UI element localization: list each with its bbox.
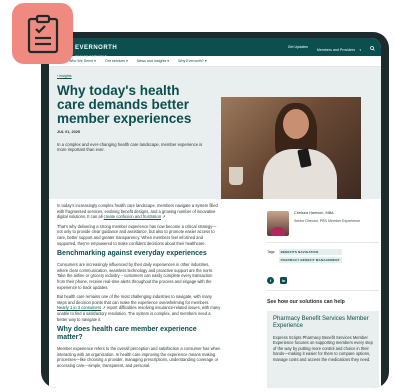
article-hero: ‹ Insights Why today's health care deman… [49, 67, 381, 199]
paragraph: Member experience refers to the overall … [57, 346, 221, 368]
external-link-icon: ↗ [102, 305, 106, 311]
section-heading: Why does health care member experience m… [57, 326, 197, 342]
chevron-down-icon: ▾ [359, 48, 361, 52]
tags-label: Tags [267, 250, 275, 254]
browser-screen: EVERNORTH HEALTH SERVICES Get Updates Me… [49, 38, 381, 388]
tag-pharmacy-benefit-management[interactable]: PHARMACY BENEFIT MANAGEMENT [278, 257, 342, 263]
solutions-heading: See how our solutions can help [267, 299, 345, 305]
breadcrumb[interactable]: ‹ Insights [57, 74, 72, 78]
paragraph: But health care remains one of the most … [57, 294, 221, 322]
tag-benefits-navigation[interactable]: BENEFITS NAVIGATION [278, 249, 342, 255]
intro-text: In a complex and ever-changing health ca… [57, 142, 203, 153]
consumers-stat-link[interactable]: Nearly 1 in 3 consumers [57, 305, 101, 310]
nav-why-evernorth[interactable]: Why Evernorth? ▾ [178, 59, 207, 63]
top-header: EVERNORTH HEALTH SERVICES Get Updates Me… [49, 38, 381, 58]
nav-news-insights[interactable]: News and Insights ▾ [137, 59, 169, 63]
confusion-link[interactable]: create confusion and frustration [104, 214, 161, 219]
article-body: In today's increasingly complex health c… [57, 203, 221, 372]
chevron-down-icon: ▾ [94, 59, 96, 63]
chevron-down-icon: ▾ [204, 59, 207, 63]
solution-card[interactable]: Pharmacy Benefit Services Member Experie… [267, 311, 379, 388]
evernorth-logo[interactable]: EVERNORTH HEALTH SERVICES [75, 38, 117, 58]
chevron-down-icon: ▾ [126, 59, 128, 63]
share-icons: f in [267, 277, 379, 284]
paragraph: Consumers are increasingly influenced by… [57, 262, 214, 290]
author-card: Chelsea Harrison, MBA Senior Director, P… [267, 211, 379, 236]
section-heading: Benchmarking against everyday experience… [57, 250, 207, 258]
author-name: Chelsea Harrison, MBA [294, 211, 334, 215]
nav-our-services[interactable]: Our services ▾ [105, 59, 128, 63]
paragraph: In today's increasingly complex health c… [57, 203, 218, 220]
page-title: Why today's health care demands better m… [57, 83, 192, 126]
divider [267, 242, 379, 243]
author-role: Senior Director, PBS Member Experience [294, 219, 361, 223]
divider [267, 290, 379, 291]
laptop-frame: EVERNORTH HEALTH SERVICES Get Updates Me… [41, 32, 389, 388]
page-content: In today's increasingly complex health c… [49, 199, 381, 388]
get-updates-link[interactable]: Get Updates [288, 45, 308, 49]
nav-who-we-serve[interactable]: Who We Serve ▾ [69, 59, 96, 63]
chevron-down-icon: ▾ [167, 59, 170, 63]
tags-section: Tags BENEFITS NAVIGATION PHARMACY BENEFI… [267, 249, 379, 263]
paragraph: That's why delivering a strong member ex… [57, 223, 217, 246]
card-body: Express Scripts Pharmacy Benefit Service… [273, 335, 373, 362]
card-title: Pharmacy Benefit Services Member Experie… [273, 316, 369, 329]
article-sidebar: Chelsea Harrison, MBA Senior Director, P… [267, 203, 379, 388]
linkedin-icon[interactable]: in [280, 277, 287, 284]
publish-date: JUL 01, 2025 [57, 130, 80, 134]
members-providers-menu[interactable]: Members and Providers ▾ [317, 38, 361, 56]
external-link-icon: ↗ [162, 214, 166, 220]
facebook-icon[interactable]: f [267, 277, 274, 284]
checklist-badge [12, 3, 73, 64]
avatar [267, 211, 289, 236]
search-icon[interactable] [370, 38, 375, 56]
clipboard-checklist-icon [27, 14, 58, 53]
hero-image [221, 97, 361, 199]
